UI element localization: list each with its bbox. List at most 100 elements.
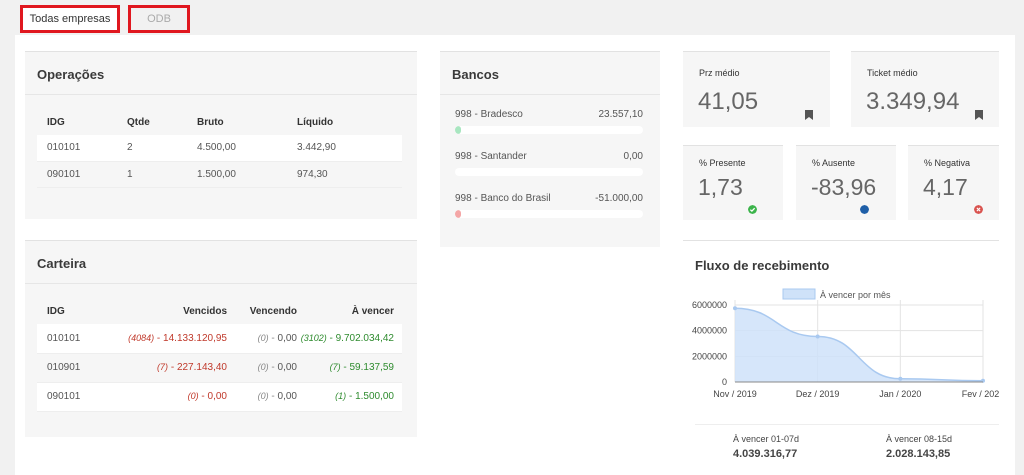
count: (3102) (300, 332, 327, 343)
table-row[interactable]: 010901 (7) - 227.143,40 (0) - 0,00 (7) -… (37, 353, 402, 383)
stat-negativa: % Negativa 4,17 (908, 145, 999, 220)
stat-label: % Presente (699, 158, 746, 168)
tab-todas-empresas[interactable]: Todas empresas (20, 5, 120, 33)
count: (7) (157, 362, 169, 372)
amount: 1.500,00 (355, 391, 394, 402)
check-circle-icon (748, 205, 757, 214)
fluxo-panel: Fluxo de recebimento À vencer por mês 600… (683, 240, 999, 475)
x-circle-icon (974, 205, 983, 214)
col-vencidos: Vencidos (183, 305, 227, 317)
summary-item: À vencer 08-15d 2.028.143,85 (886, 434, 952, 460)
separator: - (326, 332, 336, 344)
table-header: IDG Vencidos Vencendo À vencer (37, 298, 402, 324)
count: (0) (257, 332, 269, 343)
col-vencendo: Vencendo (249, 305, 297, 317)
amount: 0,00 (277, 332, 297, 344)
cell-liquido: 3.442,90 (297, 135, 402, 162)
x-tick-label: Jan / 2020 (879, 389, 921, 399)
separator: - (268, 391, 278, 402)
separator: - (268, 362, 278, 373)
col-a-vencer: À vencer (351, 305, 394, 317)
stat-label: % Ausente (812, 158, 856, 168)
table-row[interactable]: 090101 (0) - 0,00 (0) - 0,00 (1) - 1.500… (37, 382, 402, 412)
bank-name: 998 - Bradesco (455, 109, 523, 120)
stat-value: 1,73 (698, 174, 743, 200)
cell-idg: 010101 (37, 324, 107, 354)
col-idg: IDG (47, 305, 65, 317)
stat-value: -83,96 (811, 174, 877, 200)
x-tick-label: Nov / 2019 (713, 389, 757, 399)
cell-idg: 090101 (37, 382, 107, 412)
carteira-table: IDG Vencidos Vencendo À vencer 010101 (4… (37, 298, 402, 412)
summary-value: 2.028.143,85 (886, 448, 951, 460)
cell-vencidos: (4084) - 14.133.120,95 (107, 324, 227, 354)
count: (0) (257, 362, 269, 372)
bank-value: 23.557,10 (598, 109, 644, 120)
cell-liquido: 974,30 (297, 161, 402, 188)
dashboard-main: Operações IDG Qtde Bruto Líquido 010101 … (15, 35, 1015, 475)
table-header: IDG Qtde Bruto Líquido (37, 109, 402, 135)
stat-label: Prz médio (699, 68, 740, 78)
bank-item[interactable]: 998 - Bradesco 23.557,10 (455, 109, 643, 134)
bookmark-icon[interactable] (805, 110, 813, 120)
bancos-title: Bancos (440, 52, 660, 95)
y-tick-label: 0 (722, 377, 727, 387)
count: (1) (335, 391, 347, 401)
bank-value: 0,00 (623, 151, 643, 162)
amount: 0,00 (277, 391, 297, 402)
stat-value: 3.349,94 (866, 88, 960, 115)
cell-a-vencer: (3102) - 9.702.034,42 (297, 324, 402, 354)
col-bruto: Bruto (197, 116, 224, 128)
operacoes-table: IDG Qtde Bruto Líquido 010101 2 4.500,00… (37, 109, 402, 188)
cell-vencendo: (0) - 0,00 (227, 353, 297, 383)
legend-label: À vencer por mês (820, 290, 891, 300)
stat-label: % Negativa (924, 158, 971, 168)
cell-idg: 090101 (37, 161, 127, 188)
cell-qtde: 1 (127, 161, 197, 188)
cell-qtde: 2 (127, 135, 197, 162)
tab-odb[interactable]: ODB (128, 5, 190, 33)
bank-bar (455, 126, 643, 134)
fluxo-title: Fluxo de recebimento (695, 258, 830, 273)
data-point (733, 306, 737, 311)
separator: - (168, 362, 177, 373)
count: (0) (257, 391, 269, 401)
y-tick-label: 6000000 (692, 300, 727, 310)
stat-value: 41,05 (698, 88, 759, 115)
cell-a-vencer: (1) - 1.500,00 (297, 382, 402, 412)
cell-vencidos: (7) - 227.143,40 (107, 353, 227, 383)
bookmark-icon[interactable] (975, 110, 983, 120)
stat-label: Ticket médio (867, 68, 918, 78)
data-point (898, 376, 903, 381)
cell-idg: 010101 (37, 135, 127, 162)
y-tick-label: 4000000 (692, 326, 727, 336)
bank-bar (455, 210, 643, 218)
data-point (815, 334, 820, 339)
col-qtde: Qtde (127, 116, 150, 128)
operacoes-panel: Operações IDG Qtde Bruto Líquido 010101 … (25, 51, 417, 219)
bank-item[interactable]: 998 - Santander 0,00 (455, 151, 643, 176)
bank-bar-fill (455, 126, 461, 134)
count: (4084) (128, 332, 155, 343)
cell-a-vencer: (7) - 59.137,59 (297, 353, 402, 383)
table-row[interactable]: 010101 (4084) - 14.133.120,95 (0) - 0,00… (37, 324, 402, 354)
count: (7) (329, 362, 341, 372)
amount: 59.137,59 (349, 362, 395, 373)
summary-label: À vencer 08-15d (886, 434, 953, 444)
col-liquido: Líquido (297, 116, 334, 128)
stat-ausente: % Ausente -83,96 (796, 145, 896, 220)
carteira-title: Carteira (25, 241, 417, 284)
stat-ticket-medio: Ticket médio 3.349,94 (851, 51, 999, 127)
table-row[interactable]: 010101 2 4.500,00 3.442,90 (37, 135, 402, 162)
stat-prz-medio: Prz médio 41,05 (683, 51, 830, 127)
separator: - (346, 391, 356, 402)
stat-value: 4,17 (923, 174, 968, 200)
separator: - (154, 332, 164, 344)
separator: - (340, 362, 350, 373)
summary-value: 4.039.316,77 (733, 448, 798, 460)
bank-item[interactable]: 998 - Banco do Brasil -51.000,00 (455, 193, 643, 218)
amount: 0,00 (277, 362, 297, 373)
cell-vencidos: (0) - 0,00 (107, 382, 227, 412)
table-row[interactable]: 090101 1 1.500,00 974,30 (37, 161, 402, 188)
separator: - (268, 332, 278, 344)
